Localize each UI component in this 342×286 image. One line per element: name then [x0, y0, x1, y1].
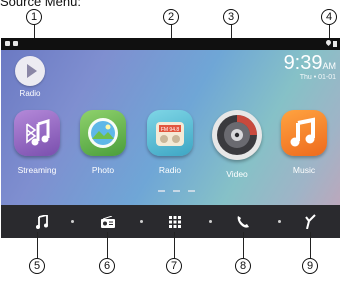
- dock-apps-button[interactable]: [159, 205, 191, 238]
- page-title: Source Menu:: [0, 0, 81, 9]
- app-radio[interactable]: FM 94.8 Radio: [142, 110, 198, 175]
- status-bar: [1, 38, 340, 50]
- navigation-icon: [305, 214, 316, 229]
- callout-leader: [37, 232, 38, 258]
- lock-icon: [333, 41, 337, 47]
- callout-leader: [310, 232, 311, 258]
- location-icon: [324, 38, 333, 47]
- music-icon: [281, 110, 327, 156]
- callout-leader: [107, 232, 108, 258]
- dock-separator: [140, 220, 143, 223]
- notification-icon: [5, 41, 10, 46]
- page-dot: [173, 190, 180, 192]
- radio-shortcut-button[interactable]: Radio: [12, 56, 48, 106]
- page-dot: [158, 190, 165, 192]
- callout-9: 9: [302, 258, 318, 274]
- page-dot: [188, 190, 195, 192]
- app-streaming[interactable]: Streaming: [9, 110, 65, 175]
- clock-ampm: AM: [322, 61, 337, 71]
- app-music[interactable]: Music: [276, 110, 332, 175]
- callout-6: 6: [99, 258, 115, 274]
- app-label: Music: [292, 165, 316, 175]
- home-screen: Radio 9:39AM Thu • 01-01 Streaming Photo…: [1, 38, 340, 238]
- callout-2: 2: [163, 9, 179, 25]
- radio-icon: [101, 215, 115, 228]
- dock-bar: [1, 205, 340, 238]
- callout-5: 5: [29, 258, 45, 274]
- clock-time: 9:39: [283, 52, 323, 74]
- play-icon: [15, 56, 45, 86]
- app-row: Streaming Photo FM 94.8 Radio Video Musi…: [1, 110, 340, 184]
- callout-1: 1: [26, 9, 42, 25]
- callout-4: 4: [321, 9, 337, 25]
- clock-date: Thu • 01-01: [299, 74, 336, 81]
- app-label: Streaming: [17, 165, 57, 175]
- clock-widget: 9:39AM Thu • 01-01: [284, 52, 336, 81]
- page-indicator: [151, 188, 201, 194]
- callout-leader: [174, 232, 175, 258]
- dock-separator: [209, 220, 212, 223]
- dock-separator: [71, 220, 74, 223]
- app-label: Video: [226, 169, 248, 179]
- callout-3: 3: [223, 9, 239, 25]
- dock-music-button[interactable]: [26, 205, 58, 238]
- radio-shortcut-label: Radio: [19, 89, 41, 98]
- callout-7: 7: [166, 258, 182, 274]
- dock-radio-button[interactable]: [92, 205, 124, 238]
- bluetooth-music-icon: [14, 110, 60, 156]
- photo-icon: [80, 110, 126, 156]
- dock-separator: [278, 220, 281, 223]
- callout-leader: [243, 232, 244, 258]
- app-video[interactable]: Video: [209, 110, 265, 179]
- apps-grid-icon: [169, 215, 181, 228]
- radio-icon: FM 94.8: [147, 110, 193, 156]
- phone-icon: [237, 215, 249, 228]
- music-note-icon: [36, 214, 48, 229]
- app-label: Photo: [91, 165, 115, 175]
- app-photo[interactable]: Photo: [75, 110, 131, 175]
- radio-display: FM 94.8: [161, 127, 180, 133]
- notification-icon: [13, 41, 18, 46]
- app-label: Radio: [158, 165, 182, 175]
- callout-8: 8: [235, 258, 251, 274]
- video-icon: [212, 110, 262, 160]
